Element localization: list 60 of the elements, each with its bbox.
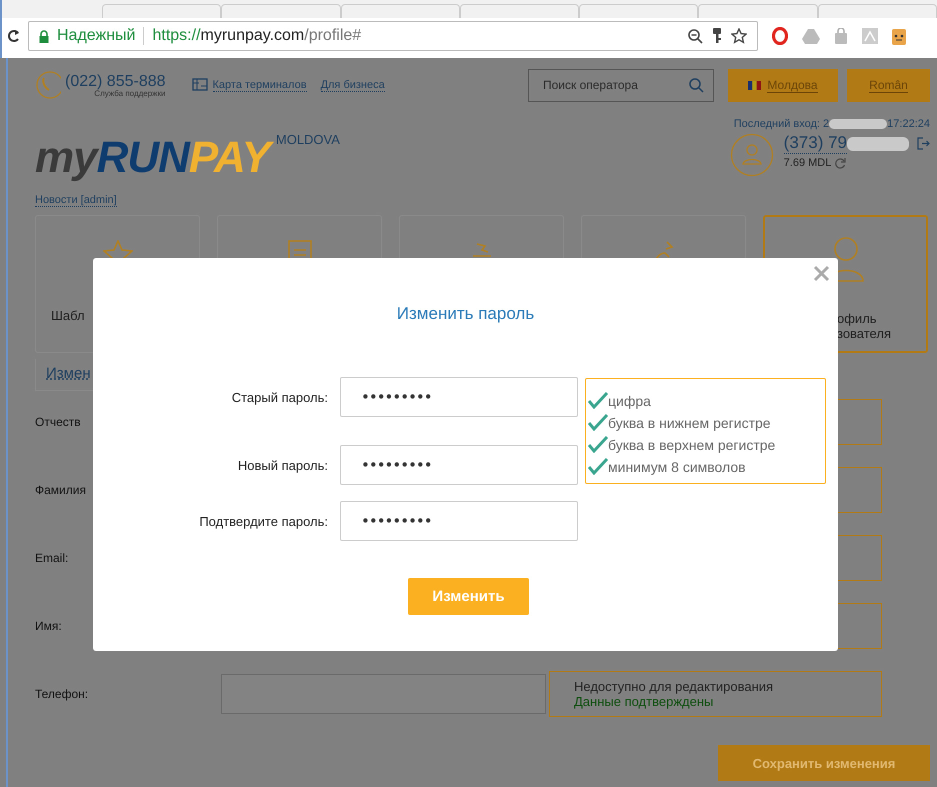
browser-tab[interactable]: [340, 4, 460, 18]
rule-text: цифра: [608, 393, 651, 409]
search-icon[interactable]: [689, 78, 704, 92]
balance: 7.69 MDL: [784, 157, 832, 169]
browser-tab[interactable]: [818, 4, 937, 18]
reload-icon[interactable]: [8, 29, 20, 43]
redaction-mark: [829, 119, 888, 129]
browser-tab[interactable]: [221, 4, 341, 18]
language-button[interactable]: Român: [847, 68, 930, 102]
rule-text: буква в верхнем регистре: [608, 437, 776, 453]
support-caption: Служба поддержки: [94, 88, 166, 98]
bag-icon[interactable]: [834, 28, 848, 44]
refresh-icon[interactable]: [834, 157, 846, 169]
security-status: Надежный: [57, 27, 136, 45]
field-label: Email:: [35, 551, 70, 565]
password-label: Подтвердите пароль:: [198, 514, 329, 528]
browser-tab[interactable]: [698, 4, 818, 18]
map-icon[interactable]: [192, 78, 208, 92]
verification-status: Данные подтверждены: [574, 694, 714, 709]
tile-label: офиль зователя: [837, 311, 891, 341]
password-label: Новый пароль:: [236, 458, 329, 472]
support-phone: (022) 855-888: [65, 72, 166, 90]
logout-icon[interactable]: [917, 137, 930, 150]
flag-icon: [748, 80, 762, 90]
close-icon[interactable]: [813, 265, 830, 282]
url-text: https://myrunpay.com/profile#: [152, 27, 362, 45]
logo-region: MOLDOVA: [276, 132, 340, 147]
header-link[interactable]: Карта терминалов: [212, 78, 307, 92]
browser-tab[interactable]: [579, 4, 698, 18]
zoom-out-icon[interactable]: [688, 28, 703, 44]
phone-icon: [35, 69, 61, 101]
language-button[interactable]: Молдова: [728, 68, 838, 102]
star-icon[interactable]: [731, 28, 747, 44]
browser-tab[interactable]: [102, 4, 222, 18]
password-field[interactable]: •••••••••: [340, 377, 578, 417]
operator-search-field[interactable]: Поиск оператора: [528, 68, 714, 102]
save-button[interactable]: Сохранить изменения: [718, 745, 930, 781]
lock-icon: [39, 30, 49, 42]
field-label: Телефон:: [35, 687, 90, 701]
field-label: Отчеств: [35, 415, 82, 429]
change-button[interactable]: Изменить: [408, 578, 529, 615]
tile-label: Шабл: [51, 308, 85, 323]
browser-tab[interactable]: [460, 4, 580, 18]
header-link[interactable]: Для бизнеса: [320, 78, 385, 92]
extension-icon[interactable]: [892, 27, 906, 45]
address-bar[interactable]: Надежный https://myrunpay.com/profile#: [28, 21, 758, 51]
rule-text: буква в нижнем регистре: [608, 415, 771, 431]
password-field[interactable]: •••••••••: [340, 445, 578, 485]
news-link[interactable]: Новости [admin]: [35, 194, 117, 207]
password-field[interactable]: •••••••••: [340, 501, 578, 541]
last-login-time: 17:22:24: [887, 118, 930, 130]
redaction-mark: [847, 136, 909, 150]
dialog-title: Изменить пароль: [396, 304, 534, 324]
field-label: Фамилия: [35, 483, 87, 497]
last-login-text: Последний вход: 2: [734, 118, 830, 130]
password-label: Старый пароль:: [230, 390, 329, 404]
rule-text: минимум 8 символов: [608, 459, 746, 475]
note-text: Недоступно для редактирования: [574, 679, 774, 694]
field-label: Имя:: [35, 619, 63, 633]
key-icon[interactable]: [711, 28, 723, 44]
